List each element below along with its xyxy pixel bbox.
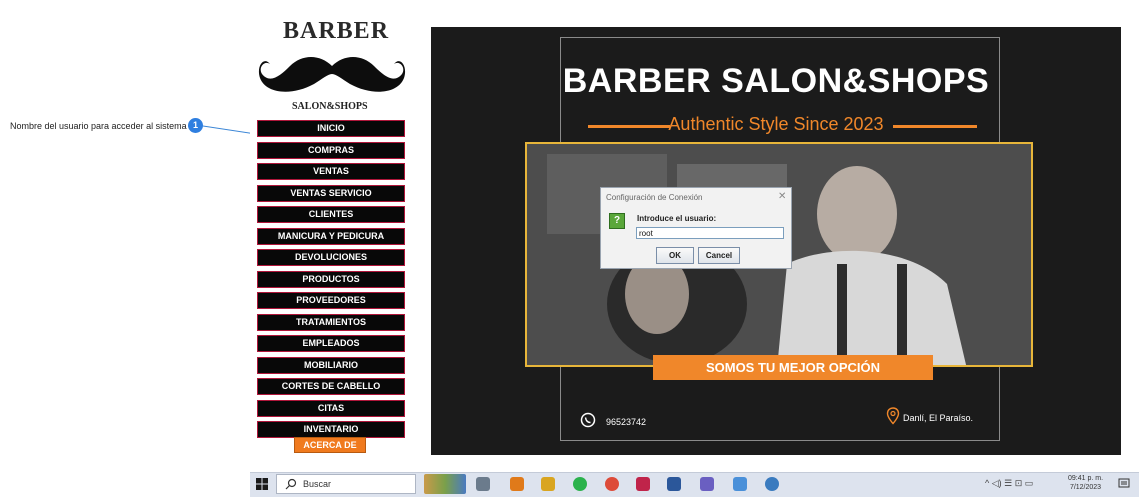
clock-time: 09:41 p. m. xyxy=(1068,475,1104,482)
app-red-icon[interactable] xyxy=(636,477,650,491)
about-button[interactable]: ACERCA DE xyxy=(294,437,366,453)
weather-widget-icon[interactable] xyxy=(424,474,466,494)
clock-date: 7/12/2023 xyxy=(1069,484,1102,491)
word-icon[interactable] xyxy=(667,477,681,491)
search-icon xyxy=(285,478,297,490)
taskbar-clock[interactable]: 09:41 p. m. 7/12/2023 xyxy=(1068,474,1103,492)
dialog-prompt: Introduce el usuario: xyxy=(637,214,717,223)
menu-item-clientes[interactable]: CLIENTES xyxy=(257,206,405,223)
ok-button[interactable]: OK xyxy=(656,247,694,264)
main-menu: INICIO COMPRAS VENTAS VENTAS SERVICIO CL… xyxy=(257,120,405,443)
menu-item-empleados[interactable]: EMPLEADOS xyxy=(257,335,405,352)
poster-ribbon: SOMOS TU MEJOR OPCIÓN xyxy=(653,355,933,380)
task-view-icon[interactable] xyxy=(476,477,490,491)
username-input[interactable]: root xyxy=(636,227,784,239)
question-icon: ? xyxy=(609,213,625,229)
notifications-icon[interactable] xyxy=(1118,478,1130,490)
system-tray-icons[interactable]: ^ ◁) ☰ ⊡ ▭ xyxy=(985,478,1033,489)
menu-item-compras[interactable]: COMPRAS xyxy=(257,141,405,159)
menu-item-ventas[interactable]: VENTAS xyxy=(257,163,405,180)
person-app-icon[interactable] xyxy=(765,477,779,491)
app-purple-icon[interactable] xyxy=(700,477,714,491)
menu-item-mobiliario[interactable]: MOBILIARIO xyxy=(257,356,405,374)
logo-subtitle: SALON&SHOPS xyxy=(292,101,368,112)
poster-location: Danlí, El Paraíso. xyxy=(903,413,974,423)
menu-item-productos[interactable]: PRODUCTOS xyxy=(257,270,405,288)
cancel-button[interactable]: Cancel xyxy=(698,247,740,264)
whatsapp-taskbar-icon[interactable] xyxy=(573,477,587,491)
mustache-logo-icon xyxy=(258,57,406,92)
dialog-close-icon[interactable]: ✕ xyxy=(778,191,786,202)
menu-item-manicura-pedicura[interactable]: MANICURA Y PEDICURA xyxy=(257,227,405,245)
poster-phone: 96523742 xyxy=(606,417,647,427)
java-app-icon[interactable] xyxy=(733,477,747,491)
menu-item-inicio[interactable]: INICIO xyxy=(257,120,405,137)
taskbar-search-label: Buscar xyxy=(303,479,332,489)
menu-item-ventas-servicio[interactable]: VENTAS SERVICIO xyxy=(257,184,405,202)
menu-item-devoluciones[interactable]: DEVOLUCIONES xyxy=(257,249,405,266)
poster-tagline: Authentic Style Since 2023 xyxy=(668,114,884,134)
chrome-icon[interactable] xyxy=(605,477,619,491)
taskbar-search[interactable]: Buscar xyxy=(276,474,416,494)
menu-item-cortes-cabello[interactable]: CORTES DE CABELLO xyxy=(257,378,405,395)
logo-title: BARBER xyxy=(283,18,390,44)
menu-item-proveedores[interactable]: PROVEEDORES xyxy=(257,292,405,309)
poster-title: BARBER SALON&SHOPS xyxy=(562,62,990,100)
menu-item-citas[interactable]: CITAS xyxy=(257,399,405,417)
windows-start-icon[interactable] xyxy=(256,478,268,490)
vlc-icon[interactable] xyxy=(510,477,524,491)
dialog-title: Configuración de Conexión xyxy=(606,193,703,202)
whatsapp-icon xyxy=(580,412,596,428)
menu-item-tratamientos[interactable]: TRATAMIENTOS xyxy=(257,313,405,331)
file-explorer-icon[interactable] xyxy=(541,477,555,491)
location-pin-icon xyxy=(886,407,900,425)
menu-item-inventario[interactable]: INVENTARIO xyxy=(257,421,405,438)
